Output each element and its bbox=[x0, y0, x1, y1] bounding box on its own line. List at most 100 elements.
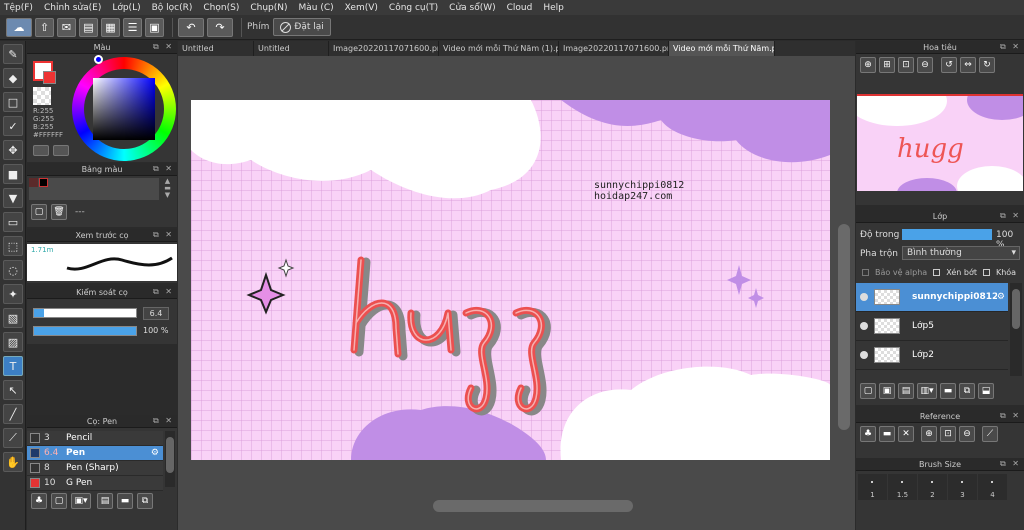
panel-controls-icon[interactable]: ⧉ ✕ bbox=[153, 287, 174, 297]
brush-size-slider[interactable] bbox=[33, 308, 137, 318]
clipping-checkbox[interactable] bbox=[933, 269, 941, 276]
bucket-tool-icon[interactable]: ▼ bbox=[3, 188, 23, 208]
list-icon[interactable]: ☰ bbox=[123, 17, 142, 37]
reference-add-icon[interactable]: ♣ bbox=[860, 426, 876, 442]
panel-controls-icon[interactable]: ⧉ ✕ bbox=[153, 164, 174, 174]
eye-icon[interactable] bbox=[860, 322, 868, 330]
folder-icon[interactable]: ▬ bbox=[117, 493, 133, 509]
menu-view[interactable]: Xem(V) bbox=[345, 3, 378, 13]
hand-tool-icon[interactable]: ✋ bbox=[3, 452, 23, 472]
saturation-value-square[interactable] bbox=[93, 78, 155, 140]
operation-tool-icon[interactable]: ↖ bbox=[3, 380, 23, 400]
add-layer-menu-icon[interactable]: ▥▾ bbox=[917, 383, 937, 399]
comment-icon[interactable]: ✉ bbox=[57, 17, 76, 37]
canvas-horizontal-scrollbar[interactable] bbox=[433, 500, 633, 512]
brush-add-menu-icon[interactable]: ▣▾ bbox=[71, 493, 91, 509]
layer-merge-icon[interactable]: ⬓ bbox=[978, 383, 994, 399]
brush-settings-icon[interactable]: ▤ bbox=[97, 493, 113, 509]
brush-list-scroll-thumb[interactable] bbox=[166, 437, 174, 473]
panel-controls-icon[interactable]: ⧉ ✕ bbox=[1000, 411, 1021, 421]
brush-size-cell[interactable]: 1 bbox=[858, 474, 887, 500]
menu-help[interactable]: Help bbox=[543, 3, 564, 13]
duplicate-icon[interactable]: ⧉ bbox=[137, 493, 153, 509]
reference-zoom-in-icon[interactable]: ⊕ bbox=[921, 426, 937, 442]
reference-fit-icon[interactable]: ⊡ bbox=[940, 426, 956, 442]
gear-icon[interactable]: ⚙ bbox=[151, 448, 159, 458]
panel-controls-icon[interactable]: ⧉ ✕ bbox=[153, 230, 174, 240]
rectangle-tool-icon[interactable]: □ bbox=[3, 92, 23, 112]
brush-list-scrollbar[interactable] bbox=[165, 431, 175, 487]
redo-icon[interactable]: ↷ bbox=[207, 17, 233, 37]
undo-icon[interactable]: ↶ bbox=[178, 17, 204, 37]
palette-swatch[interactable] bbox=[29, 178, 38, 187]
magic-wand-tool-icon[interactable]: ✦ bbox=[3, 284, 23, 304]
palette-swatch-area[interactable] bbox=[29, 178, 159, 200]
panel-controls-icon[interactable]: ⧉ ✕ bbox=[1000, 42, 1021, 52]
tab-untitled-2[interactable]: Untitled bbox=[254, 41, 329, 56]
tab-image-2[interactable]: Image20220117071600.png bbox=[559, 41, 669, 56]
menu-cloud[interactable]: Cloud bbox=[507, 3, 533, 13]
export-icon[interactable]: ⇧ bbox=[35, 17, 54, 37]
layer-row[interactable]: Lớp5 bbox=[856, 312, 1008, 341]
lasso-tool-icon[interactable]: ◌ bbox=[3, 260, 23, 280]
drawing-canvas[interactable]: sunnychippi0812 hoidap247.com bbox=[191, 100, 830, 460]
canvas-vertical-scrollbar[interactable] bbox=[838, 224, 850, 430]
layer-row[interactable]: sunnychippi0812 ⚙ bbox=[856, 283, 1008, 312]
eye-icon[interactable] bbox=[860, 293, 868, 301]
panel-controls-icon[interactable]: ⧉ ✕ bbox=[1000, 211, 1021, 221]
save-icon[interactable]: ▣ bbox=[145, 17, 164, 37]
tab-video-1[interactable]: Video mới mỗi Thứ Năm (1).png bbox=[439, 41, 559, 56]
transparent-color-swatch[interactable] bbox=[33, 87, 51, 105]
gradient-tool-icon[interactable]: ▭ bbox=[3, 212, 23, 232]
trash-icon[interactable]: 🗑 bbox=[51, 204, 67, 220]
gear-icon[interactable]: ⚙ bbox=[997, 292, 1005, 302]
brush-list-item[interactable]: 8 Pen (Sharp) bbox=[27, 461, 163, 476]
add-brush-icon[interactable]: ♣ bbox=[31, 493, 47, 509]
reference-zoom-out-icon[interactable]: ⊖ bbox=[959, 426, 975, 442]
zoom-out-icon[interactable]: ⊖ bbox=[917, 57, 933, 73]
eye-icon[interactable] bbox=[860, 351, 868, 359]
new-raster-layer-icon[interactable]: ▣ bbox=[879, 383, 895, 399]
panel-controls-icon[interactable]: ⧉ ✕ bbox=[153, 416, 174, 426]
new-layer-icon[interactable]: ▢ bbox=[860, 383, 876, 399]
reference-open-icon[interactable]: ▬ bbox=[879, 426, 895, 442]
layer-list-scroll-thumb[interactable] bbox=[1012, 289, 1020, 329]
eyedropper-tool-icon[interactable]: ⟋ bbox=[3, 428, 23, 448]
brush-size-cell[interactable]: 4 bbox=[978, 474, 1007, 500]
menu-select[interactable]: Chọn(S) bbox=[203, 3, 239, 13]
panel-controls-icon[interactable]: ⧉ ✕ bbox=[153, 42, 174, 52]
menu-capture[interactable]: Chụp(N) bbox=[250, 3, 287, 13]
rotate-left-icon[interactable]: ↺ bbox=[941, 57, 957, 73]
menu-file[interactable]: Tệp(F) bbox=[4, 3, 33, 13]
fit-window-icon[interactable]: ⊡ bbox=[898, 57, 914, 73]
divide-tool-icon[interactable]: ╱ bbox=[3, 404, 23, 424]
background-color-swatch[interactable] bbox=[43, 71, 56, 84]
grid-icon[interactable]: ▦ bbox=[101, 17, 120, 37]
brush-list-item[interactable]: 3 Pencil bbox=[27, 431, 163, 446]
menu-filter[interactable]: Bộ lọc(R) bbox=[152, 3, 193, 13]
layer-duplicate-icon[interactable]: ⧉ bbox=[959, 383, 975, 399]
layer-opacity-slider[interactable] bbox=[902, 229, 992, 240]
reset-button[interactable]: Đặt lại bbox=[273, 18, 331, 36]
color-mode-button-2[interactable] bbox=[53, 145, 69, 156]
check-tool-icon[interactable]: ✓ bbox=[3, 116, 23, 136]
rotate-right-icon[interactable]: ↻ bbox=[979, 57, 995, 73]
tab-untitled-1[interactable]: Untitled bbox=[178, 41, 254, 56]
fill-rect-tool-icon[interactable]: ■ bbox=[3, 164, 23, 184]
brush-list-item[interactable]: 6.4 Pen ⚙ bbox=[27, 446, 163, 461]
select-eraser-tool-icon[interactable]: ▨ bbox=[3, 332, 23, 352]
zoom-fit-icon[interactable]: ⊞ bbox=[879, 57, 895, 73]
menu-layer[interactable]: Lớp(L) bbox=[112, 3, 140, 13]
flip-icon[interactable]: ⇔ bbox=[960, 57, 976, 73]
brush-tool-icon[interactable]: ✎ bbox=[3, 44, 23, 64]
brush-opacity-slider[interactable] bbox=[33, 326, 137, 336]
select-rect-tool-icon[interactable]: ⬚ bbox=[3, 236, 23, 256]
navigator-thumbnail[interactable]: hugg bbox=[857, 94, 1023, 191]
hue-marker[interactable] bbox=[94, 55, 103, 64]
reference-close-icon[interactable]: ✕ bbox=[898, 426, 914, 442]
document-icon[interactable]: ▤ bbox=[79, 17, 98, 37]
reference-eyedropper-icon[interactable]: ⟋ bbox=[982, 426, 998, 442]
palette-swatch[interactable] bbox=[39, 178, 48, 187]
protect-alpha-checkbox[interactable] bbox=[862, 269, 869, 276]
cloud-icon[interactable]: ☁ bbox=[6, 17, 32, 37]
